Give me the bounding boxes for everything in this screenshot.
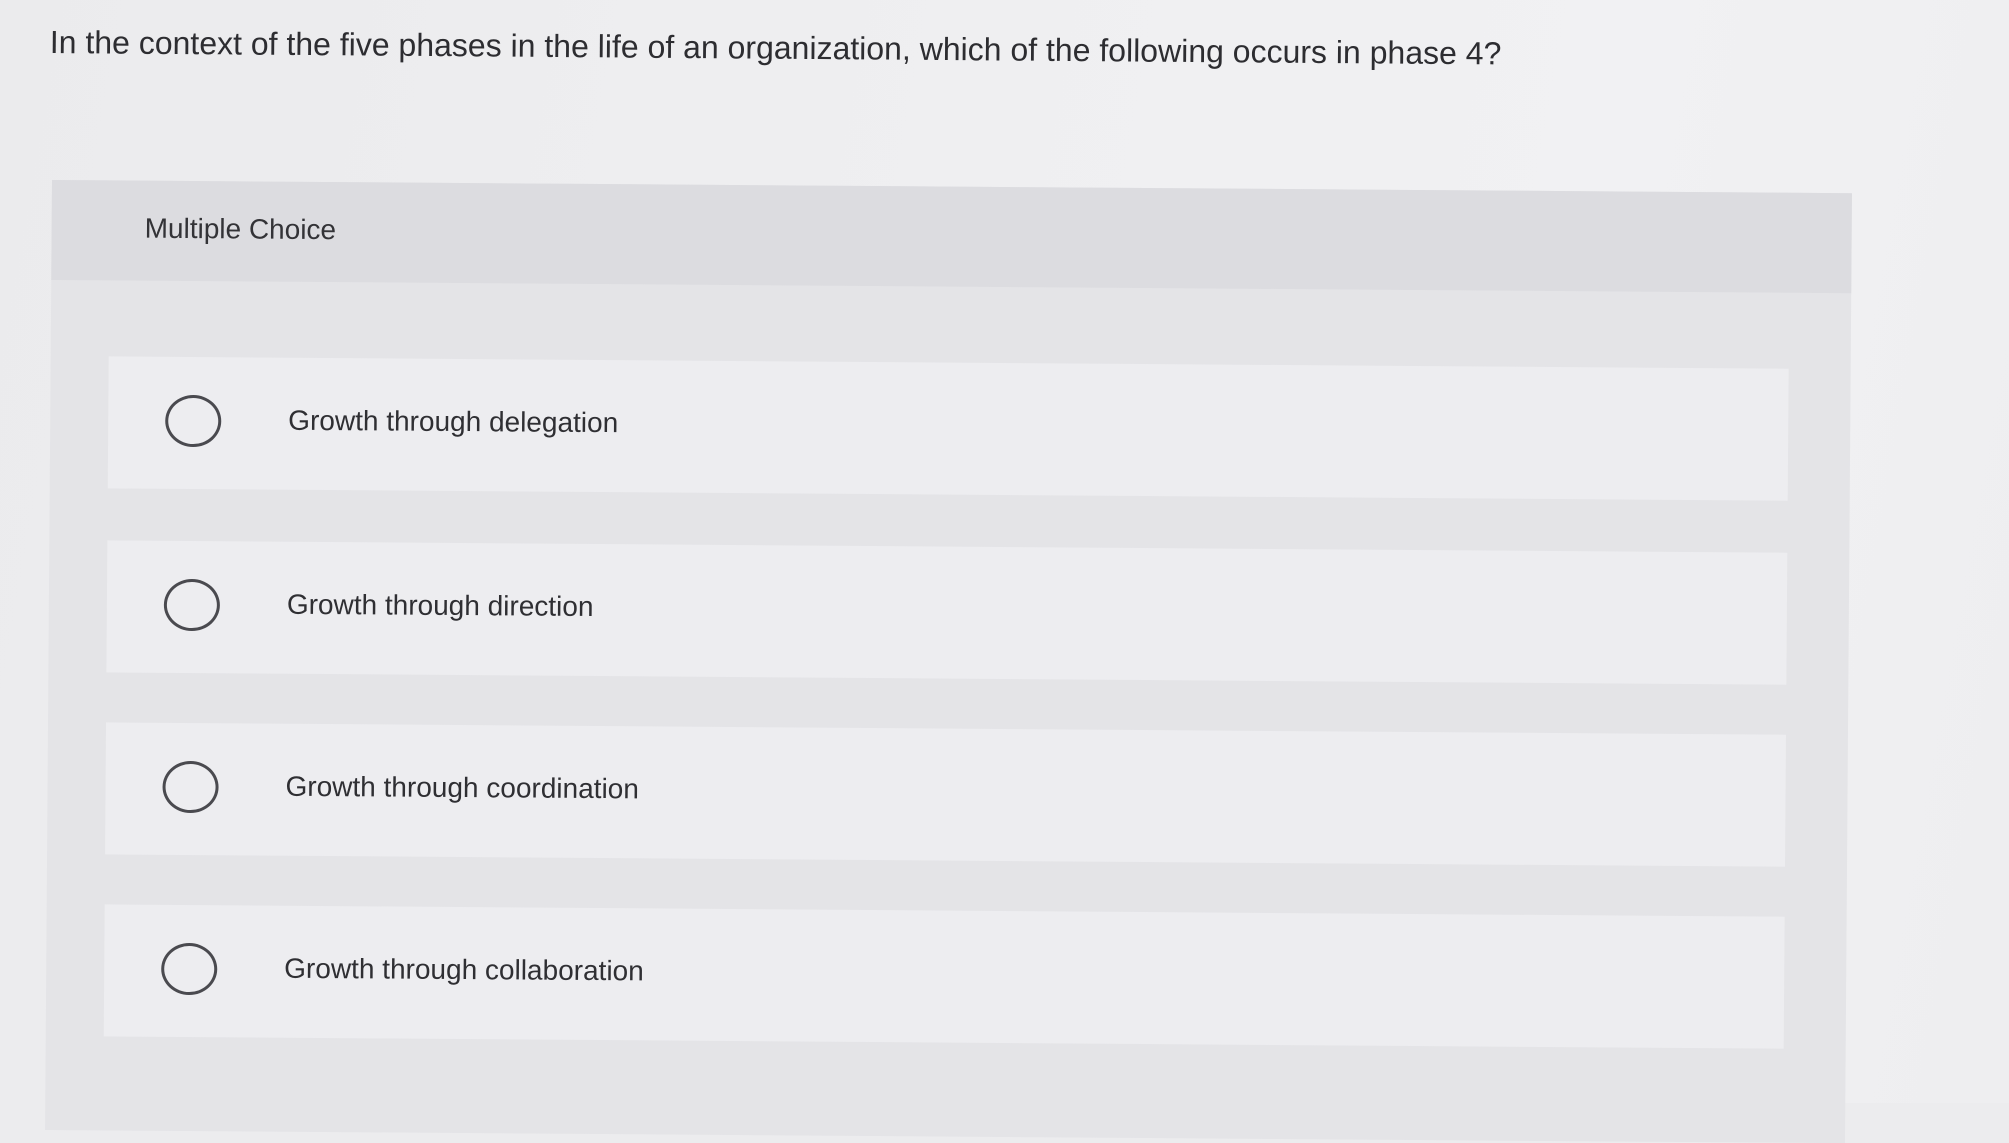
answer-option-label: Growth through coordination	[285, 770, 639, 805]
radio-button-icon[interactable]	[161, 942, 218, 996]
multiple-choice-panel: Multiple Choice Growth through delegatio…	[45, 180, 1852, 1143]
panel-header: Multiple Choice	[51, 180, 1852, 294]
radio-button-icon[interactable]	[165, 394, 222, 448]
answer-option-direction[interactable]: Growth through direction	[106, 540, 1788, 685]
answer-option-label: Growth through delegation	[288, 404, 619, 439]
answer-option-collaboration[interactable]: Growth through collaboration	[103, 904, 1785, 1049]
radio-button-icon[interactable]	[162, 760, 219, 814]
question-type-label: Multiple Choice	[144, 212, 337, 246]
answer-option-label: Growth through collaboration	[284, 952, 644, 987]
radio-button-icon[interactable]	[163, 578, 221, 632]
answer-option-label: Growth through direction	[286, 588, 594, 622]
answer-option-coordination[interactable]: Growth through coordination	[105, 722, 1786, 867]
answer-option-delegation[interactable]: Growth through delegation	[107, 356, 1789, 501]
